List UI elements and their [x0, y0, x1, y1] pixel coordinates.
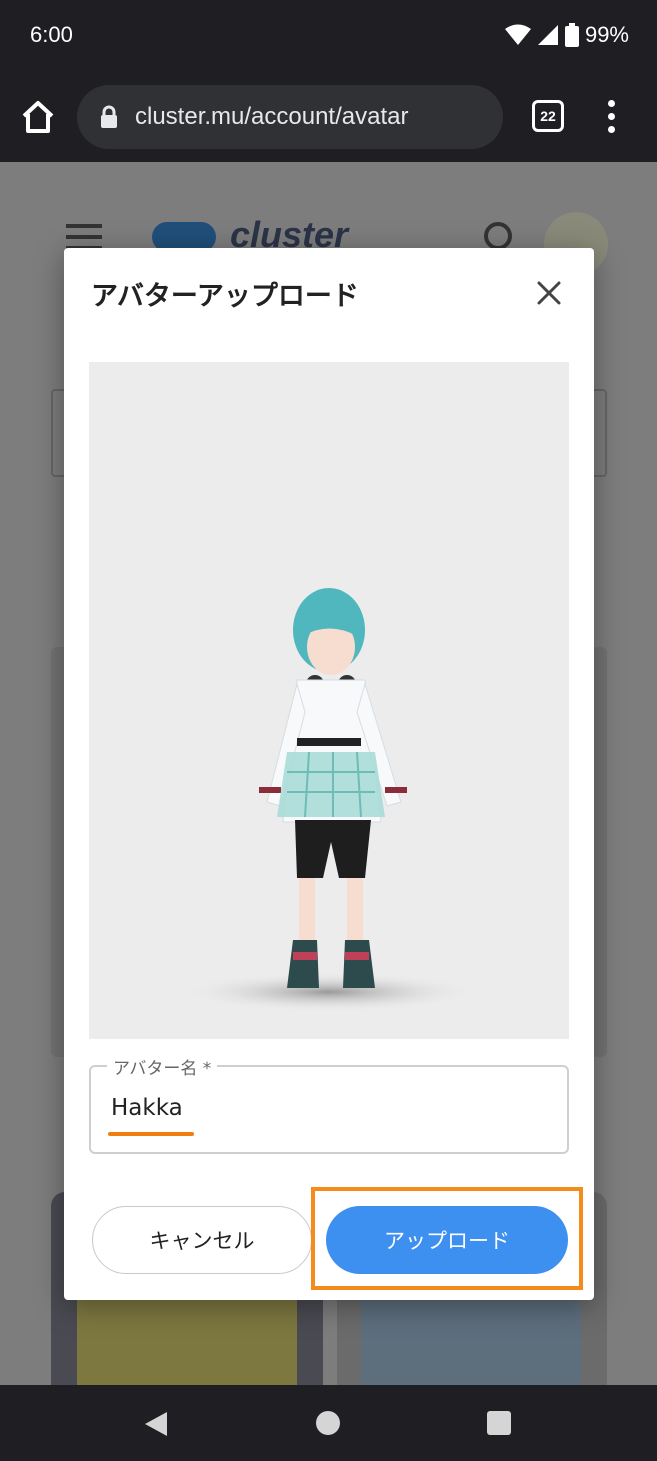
- avatar-figure: [179, 588, 479, 1012]
- upload-button-highlight: [311, 1187, 583, 1290]
- battery-icon: [564, 23, 579, 47]
- lock-icon: [101, 105, 117, 128]
- avatar-name-label: アバター名 *: [107, 1054, 218, 1079]
- spellcheck-underline: [108, 1132, 194, 1136]
- home-nav-icon[interactable]: [316, 1411, 340, 1435]
- signal-icon: [537, 25, 558, 45]
- dialog-title: アバターアップロード: [91, 281, 359, 312]
- recents-icon[interactable]: [487, 1411, 511, 1435]
- back-icon[interactable]: [143, 1410, 169, 1438]
- search-icon: [484, 222, 512, 250]
- cancel-button[interactable]: キャンセル: [92, 1206, 312, 1274]
- close-icon[interactable]: [532, 276, 566, 310]
- wifi-icon: [504, 24, 531, 45]
- address-bar[interactable]: cluster.mu/account/avatar: [77, 85, 503, 149]
- status-bar: 6:00 99%: [0, 0, 657, 72]
- avatar-name-field[interactable]: アバター名 *: [89, 1054, 569, 1154]
- status-icons: 99%: [504, 22, 629, 48]
- tab-switcher-button[interactable]: 22: [532, 100, 564, 132]
- browser-toolbar: cluster.mu/account/avatar 22: [0, 72, 657, 162]
- status-time: 6:00: [30, 22, 73, 47]
- avatar-preview: [89, 362, 569, 1039]
- home-icon[interactable]: [18, 97, 58, 137]
- overflow-menu-icon[interactable]: [600, 100, 624, 134]
- battery-percent: 99%: [584, 22, 629, 47]
- system-nav-bar: [0, 1385, 657, 1461]
- avatar-upload-dialog: アバターアップロード アバター名 * Hakka キャンセル アップロード: [64, 248, 594, 1300]
- url-text: cluster.mu/account/avatar: [135, 103, 409, 130]
- avatar-name-input[interactable]: [111, 1095, 531, 1121]
